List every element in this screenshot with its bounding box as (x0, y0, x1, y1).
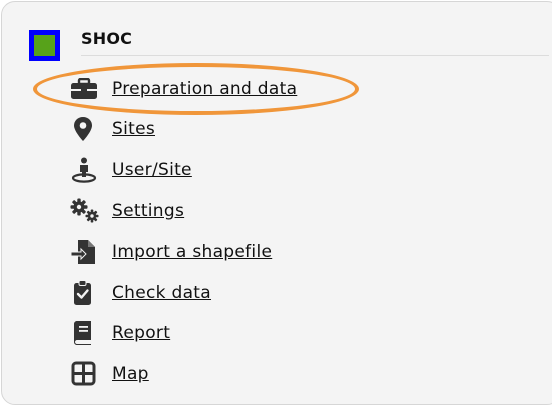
map-marker-icon (70, 116, 100, 142)
gears-icon (70, 198, 100, 224)
app-title: SHOC (81, 29, 133, 48)
menu-item-user-site[interactable]: User/Site (70, 156, 192, 184)
menu-item-label: Check data (112, 283, 211, 303)
briefcase-icon (70, 76, 100, 102)
menu-item-map[interactable]: Map (70, 360, 149, 388)
file-import-icon (70, 239, 100, 265)
menu-item-preparation-and-data[interactable]: Preparation and data (70, 75, 297, 103)
menu-item-label: Preparation and data (112, 79, 298, 99)
book-icon (70, 320, 100, 346)
menu-item-label: Map (112, 364, 149, 384)
menu-item-import-shapefile[interactable]: Import a shapefile (70, 238, 272, 266)
clipboard-check-icon (70, 280, 100, 306)
app-logo (29, 30, 60, 61)
panel-header: SHOC (2, 2, 552, 62)
header-divider (81, 55, 549, 56)
menu-item-label: Report (112, 323, 171, 343)
menu-item-report[interactable]: Report (70, 319, 170, 347)
logo-fill (34, 35, 55, 56)
user-location-icon (70, 157, 100, 183)
menu-item-check-data[interactable]: Check data (70, 279, 211, 307)
menu-item-sites[interactable]: Sites (70, 115, 155, 143)
menu-item-settings[interactable]: Settings (70, 197, 184, 225)
menu-item-label: Sites (112, 119, 155, 139)
menu-item-label: Import a shapefile (112, 242, 273, 262)
menu-item-label: User/Site (112, 160, 192, 180)
menu-item-label: Settings (112, 201, 185, 221)
grid-icon (70, 361, 100, 387)
